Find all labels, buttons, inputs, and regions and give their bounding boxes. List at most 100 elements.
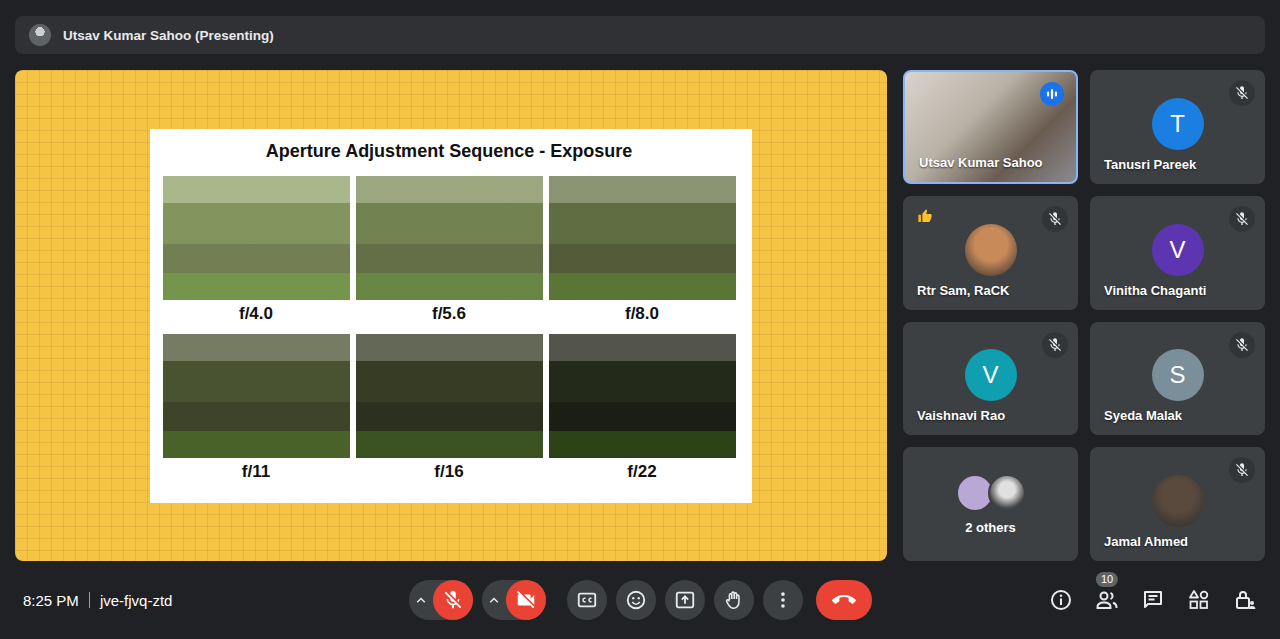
photo-cell: f/22 <box>549 334 736 490</box>
mute-indicator <box>1229 332 1255 358</box>
people-count: 10 <box>1096 572 1118 587</box>
lock-person-icon <box>1233 588 1257 612</box>
mute-indicator <box>1229 457 1255 483</box>
info-button[interactable] <box>1049 588 1073 612</box>
camera-button[interactable] <box>506 580 546 620</box>
chevron-up-icon <box>485 591 503 609</box>
aperture-label: f/16 <box>434 458 463 490</box>
mute-indicator <box>1229 206 1255 232</box>
avatar-initial: V <box>1169 236 1185 264</box>
participant-name: Tanusri Pareek <box>1104 157 1196 172</box>
reactions-button[interactable] <box>616 580 656 620</box>
mic-off-icon <box>1234 211 1250 227</box>
sound-bars-icon <box>1042 84 1062 104</box>
info-icon <box>1049 588 1073 612</box>
present-button[interactable] <box>665 580 705 620</box>
participant-grid: Utsav Kumar Sahoo T Tanusri Pareek Rtr Sam,… <box>903 70 1265 561</box>
participant-tile[interactable]: S Syeda Malak <box>1090 322 1265 436</box>
avatar: T <box>1152 98 1204 150</box>
hang-up-icon <box>832 588 856 612</box>
captions-button[interactable] <box>567 580 607 620</box>
avatar: S <box>1152 349 1204 401</box>
camera-group <box>482 580 546 620</box>
activities-button[interactable] <box>1187 588 1211 612</box>
meeting-code: jve-fjvq-ztd <box>100 592 173 609</box>
participant-tile[interactable]: Jamal Ahmed <box>1090 447 1265 561</box>
participant-tile[interactable]: V Vinitha Chaganti <box>1090 196 1265 310</box>
avatar-initial: S <box>1169 361 1185 389</box>
people-icon <box>1095 588 1119 612</box>
avatar-photo <box>965 224 1017 276</box>
chevron-up-icon <box>412 591 430 609</box>
landscape-photo <box>549 176 736 300</box>
mic-off-icon <box>1234 85 1250 101</box>
aperture-label: f/8.0 <box>625 300 659 332</box>
participant-tile[interactable]: VVaishnavi Rao <box>903 322 1078 436</box>
mic-group <box>409 580 473 620</box>
mute-indicator <box>1229 80 1255 106</box>
clock: 8:25 PM <box>23 592 79 609</box>
host-controls-button[interactable] <box>1233 588 1257 612</box>
people-button[interactable]: 10 <box>1095 588 1119 612</box>
camera-off-icon <box>515 589 537 611</box>
separator <box>89 592 90 608</box>
hand-icon <box>723 589 745 611</box>
avatar: V <box>1152 224 1204 276</box>
main-area: Aperture Adjustment Sequence - Exposure f… <box>15 70 1265 561</box>
mic-button[interactable] <box>433 580 473 620</box>
photo-cell: f/16 <box>356 334 543 490</box>
more-dots-icon <box>772 589 794 611</box>
aperture-label: f/5.6 <box>432 300 466 332</box>
side-actions: 10 <box>872 588 1266 612</box>
photo-cell: f/5.6 <box>356 176 543 332</box>
raise-hand-button[interactable] <box>714 580 754 620</box>
aperture-label: f/22 <box>627 458 656 490</box>
mic-off-icon <box>1234 462 1250 478</box>
participant-name: 2 others <box>965 520 1016 535</box>
avatar-photo <box>1152 475 1204 527</box>
participant-name: Vinitha Chaganti <box>1104 283 1206 298</box>
more-button[interactable] <box>763 580 803 620</box>
slide-title: Aperture Adjustment Sequence - Exposure <box>266 141 632 162</box>
presenting-label: Utsav Kumar Sahoo (Presenting) <box>63 28 274 43</box>
mic-options[interactable] <box>409 591 433 609</box>
presenting-bar: Utsav Kumar Sahoo (Presenting) <box>15 16 1265 54</box>
photo-cell: f/11 <box>163 334 350 490</box>
aperture-label: f/11 <box>242 458 270 490</box>
photo-grid: f/4.0 f/5.6 f/8.0 f/11 f/16 f/22 <box>163 176 736 490</box>
mute-indicator <box>1042 206 1068 232</box>
participant-name: Jamal Ahmed <box>1104 534 1188 549</box>
avatar-initial: V <box>982 361 998 389</box>
participant-tile[interactable]: Rtr Sam, RaCK <box>903 196 1078 310</box>
avatar-initial: T <box>1170 110 1185 138</box>
mic-off-icon <box>1234 337 1250 353</box>
chat-icon <box>1141 588 1165 612</box>
participant-tile[interactable]: 2 others <box>903 447 1078 561</box>
end-call-button[interactable] <box>816 580 872 620</box>
mute-indicator <box>1042 332 1068 358</box>
reaction-badge <box>917 208 933 228</box>
landscape-photo <box>163 176 350 300</box>
present-icon <box>674 589 696 611</box>
avatar-photo <box>988 474 1026 512</box>
participant-name: Syeda Malak <box>1104 408 1182 423</box>
call-controls <box>409 580 872 620</box>
chat-button[interactable] <box>1141 588 1165 612</box>
landscape-photo <box>549 334 736 458</box>
participant-tile[interactable]: T Tanusri Pareek <box>1090 70 1265 184</box>
photo-cell: f/4.0 <box>163 176 350 332</box>
presenter-avatar <box>29 24 51 46</box>
participant-name: Rtr Sam, RaCK <box>917 283 1009 298</box>
presentation-stage: Aperture Adjustment Sequence - Exposure f… <box>15 70 887 561</box>
group-tile: 2 others <box>956 474 1026 535</box>
participant-tile[interactable]: Utsav Kumar Sahoo <box>903 70 1078 184</box>
landscape-photo <box>356 176 543 300</box>
meeting-info: 8:25 PM jve-fjvq-ztd <box>15 592 409 609</box>
camera-options[interactable] <box>482 591 506 609</box>
participant-name: Utsav Kumar Sahoo <box>919 155 1043 170</box>
landscape-photo <box>356 334 543 458</box>
thumbs-up-icon <box>917 208 933 224</box>
activities-icon <box>1187 588 1211 612</box>
aperture-label: f/4.0 <box>239 300 273 332</box>
mic-off-icon <box>1047 337 1063 353</box>
